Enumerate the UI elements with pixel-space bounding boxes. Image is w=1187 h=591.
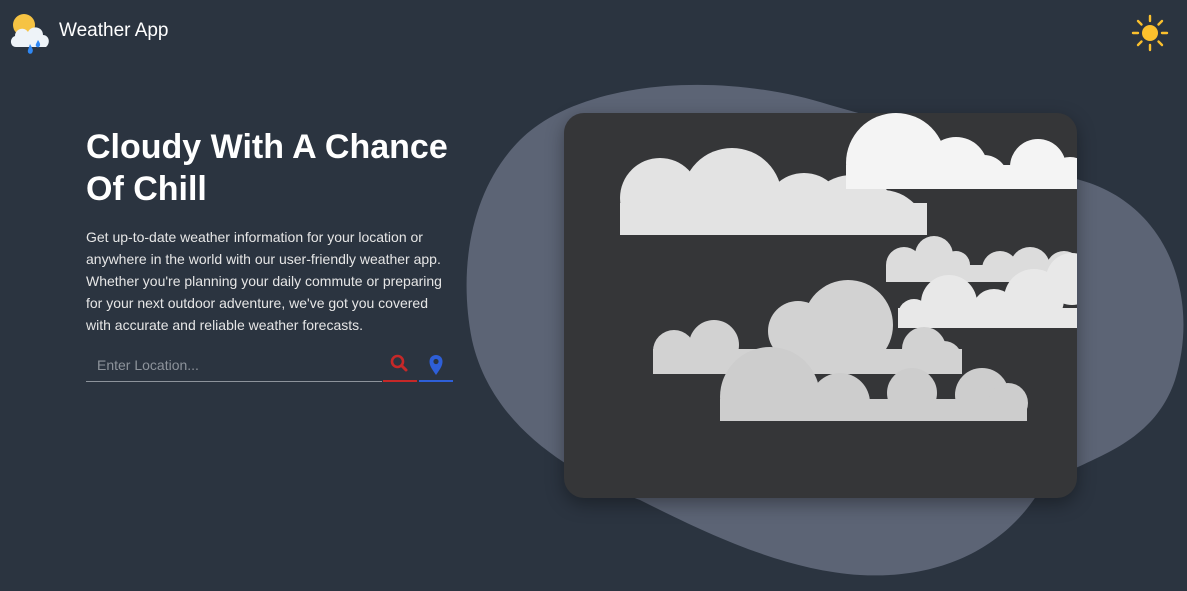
sun-icon[interactable] <box>1131 14 1169 52</box>
hero-title: Cloudy With A Chance Of Chill <box>86 128 448 208</box>
app-title: Weather App <box>59 20 169 41</box>
location-search-bar <box>86 348 453 384</box>
clouds-illustration <box>620 113 1077 421</box>
app-header: Weather App <box>0 0 1187 64</box>
cloud-sun-rain-icon <box>10 14 49 54</box>
use-my-location-button[interactable] <box>419 348 453 382</box>
hero-section: Cloudy With A Chance Of Chill Get up-to-… <box>86 126 466 336</box>
search-button[interactable] <box>383 348 417 382</box>
location-pin-icon <box>429 355 443 375</box>
location-input[interactable] <box>86 348 382 382</box>
weather-illustration-card <box>564 113 1077 498</box>
search-icon <box>390 354 408 372</box>
hero-description: Get up-to-date weather information for y… <box>86 229 442 333</box>
